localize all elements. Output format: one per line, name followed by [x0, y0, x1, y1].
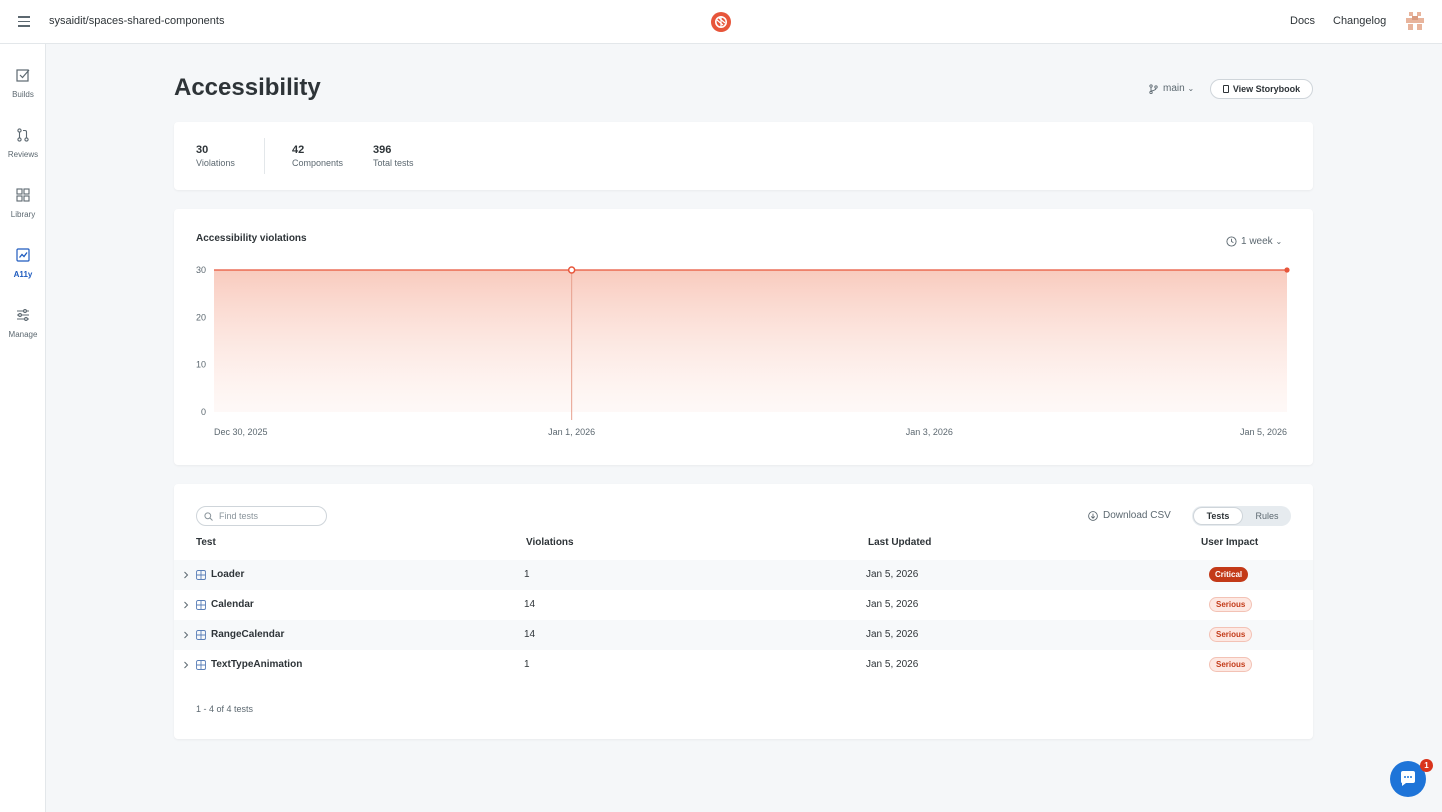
- stats-card: [174, 122, 1313, 190]
- sidebar-item-manage[interactable]: Manage: [0, 308, 46, 358]
- chromatic-logo-icon[interactable]: [711, 12, 731, 32]
- stat-violations-value: 30: [196, 144, 209, 156]
- stat-violations-label: Violations: [196, 158, 235, 168]
- x-tick-label: Jan 5, 2026: [1240, 427, 1287, 437]
- y-tick-label: 0: [201, 407, 206, 417]
- tab-rules[interactable]: Rules: [1244, 507, 1290, 525]
- component-icon: [196, 600, 206, 610]
- storybook-icon: [1222, 85, 1229, 93]
- test-violations: 14: [524, 629, 536, 640]
- chevron-down-icon: ⌄: [1187, 84, 1195, 93]
- menu-icon[interactable]: [18, 16, 30, 27]
- view-storybook-button[interactable]: View Storybook: [1210, 79, 1313, 99]
- page-title: Accessibility: [174, 74, 321, 101]
- column-header-violations[interactable]: Violations: [526, 537, 574, 548]
- sidebar-item-label: A11y: [13, 270, 33, 279]
- component-icon: [196, 570, 206, 580]
- stat-components-value: 42: [292, 144, 305, 156]
- component-icon: [196, 660, 206, 670]
- x-tick-label: Jan 1, 2026: [548, 427, 595, 437]
- test-violations: 1: [524, 569, 530, 580]
- branch-name: main: [1163, 83, 1185, 94]
- test-last-updated: Jan 5, 2026: [866, 569, 919, 580]
- stat-total-tests-value: 396: [373, 144, 392, 156]
- chevron-right-icon[interactable]: [183, 631, 189, 639]
- changelog-link[interactable]: Changelog: [1333, 15, 1386, 27]
- chevron-right-icon[interactable]: [183, 661, 189, 669]
- sidebar-item-a11y[interactable]: A11y: [0, 248, 46, 298]
- y-tick-label: 30: [196, 265, 206, 275]
- chevron-right-icon[interactable]: [183, 601, 189, 609]
- table-row[interactable]: RangeCalendar 14 Jan 5, 2026 Serious: [174, 620, 1313, 650]
- sidebar-item-label: Manage: [8, 330, 38, 339]
- download-csv-button[interactable]: Download CSV: [1103, 510, 1171, 521]
- chevron-down-icon: ⌄: [1275, 237, 1283, 246]
- test-last-updated: Jan 5, 2026: [866, 659, 919, 670]
- series-area: [214, 270, 1287, 412]
- test-violations: 1: [524, 659, 530, 670]
- impact-badge: Serious: [1209, 657, 1253, 672]
- impact-badge: Critical: [1209, 567, 1249, 582]
- sidebar-item-library[interactable]: Library: [0, 188, 46, 238]
- stat-divider: [264, 138, 265, 174]
- sidebar-item-builds[interactable]: Builds: [0, 68, 46, 118]
- column-header-user-impact[interactable]: User Impact: [1201, 537, 1258, 548]
- top-bar: sysaidit/spaces-shared-components Docs C…: [0, 0, 1442, 44]
- view-storybook-label: View Storybook: [1232, 84, 1301, 94]
- tests-rules-toggle: Tests Rules: [1192, 506, 1291, 526]
- search-input[interactable]: [219, 510, 319, 522]
- sidebar: Builds Reviews Library A11y Manage: [0, 44, 46, 812]
- avatar[interactable]: [1406, 12, 1424, 30]
- test-last-updated: Jan 5, 2026: [866, 599, 919, 610]
- docs-link[interactable]: Docs: [1290, 15, 1315, 27]
- x-tick-label: Jan 3, 2026: [906, 427, 953, 437]
- y-tick-label: 20: [196, 312, 206, 322]
- test-name[interactable]: Calendar: [211, 599, 254, 610]
- y-tick-label: 10: [196, 360, 206, 370]
- sidebar-item-label: Library: [10, 210, 36, 219]
- clock-icon: [1226, 236, 1237, 247]
- stat-components-label: Components: [292, 158, 344, 168]
- chat-notification-badge: 1: [1420, 759, 1433, 772]
- pull-request-icon: [17, 128, 29, 142]
- sidebar-item-label: Reviews: [7, 150, 39, 159]
- data-point: [567, 266, 576, 274]
- column-header-last-updated[interactable]: Last Updated: [868, 537, 931, 548]
- chart-title: Accessibility violations: [196, 233, 307, 244]
- branch-selector[interactable]: main ⌄: [1163, 83, 1194, 94]
- search-icon: [204, 512, 213, 521]
- column-header-test[interactable]: Test: [196, 537, 216, 548]
- check-square-icon: [16, 69, 30, 82]
- component-icon: [196, 630, 206, 640]
- test-violations: 14: [524, 599, 536, 610]
- repo-name[interactable]: sysaidit/spaces-shared-components: [49, 15, 224, 27]
- sidebar-item-label: Builds: [12, 90, 34, 99]
- sliders-icon: [17, 309, 29, 321]
- x-tick-label: Dec 30, 2025: [214, 427, 268, 437]
- stat-total-tests-label: Total tests: [373, 158, 414, 168]
- violations-chart: 0 10 20 30 Dec 30, 2025 Jan 1, 2026 Jan 3, 202…: [196, 265, 1290, 437]
- chart-line-icon: [16, 248, 30, 262]
- test-name[interactable]: Loader: [211, 569, 244, 580]
- impact-badge: Serious: [1209, 597, 1253, 612]
- table-row[interactable]: Loader 1 Jan 5, 2026 Critical: [174, 560, 1313, 590]
- test-name[interactable]: RangeCalendar: [211, 629, 284, 640]
- table-row[interactable]: TextTypeAnimation 1 Jan 5, 2026 Serious: [174, 650, 1313, 680]
- table-row[interactable]: Calendar 14 Jan 5, 2026 Serious: [174, 590, 1313, 620]
- sidebar-item-reviews[interactable]: Reviews: [0, 128, 46, 178]
- impact-badge: Serious: [1209, 627, 1253, 642]
- test-last-updated: Jan 5, 2026: [866, 629, 919, 640]
- time-range-selector[interactable]: 1 week ⌄: [1241, 236, 1282, 247]
- download-icon[interactable]: [1088, 511, 1098, 521]
- pagination-summary: 1 - 4 of 4 tests: [196, 704, 254, 714]
- search-field[interactable]: [196, 506, 327, 526]
- branch-icon: [1149, 84, 1158, 94]
- data-point: [1284, 267, 1290, 273]
- tab-tests[interactable]: Tests: [1193, 507, 1243, 525]
- grid-icon: [16, 188, 30, 202]
- test-name[interactable]: TextTypeAnimation: [211, 659, 302, 670]
- chevron-right-icon[interactable]: [183, 571, 189, 579]
- time-range-label: 1 week: [1241, 236, 1273, 247]
